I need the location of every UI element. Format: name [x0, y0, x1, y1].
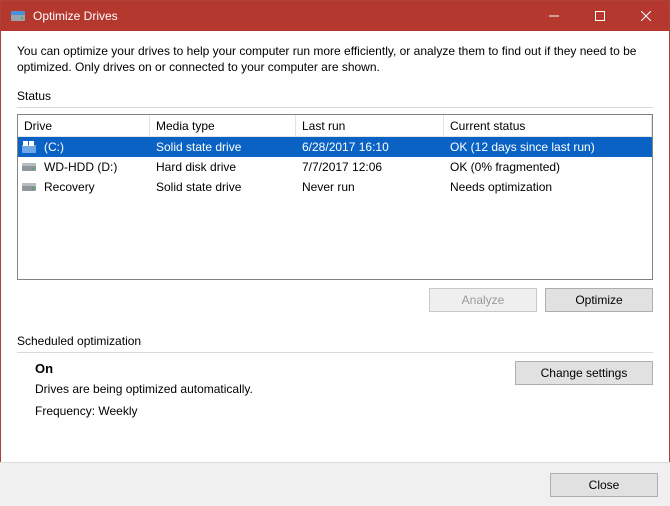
drives-list[interactable]: Drive Media type Last run Current status…: [17, 114, 653, 280]
header-drive[interactable]: Drive: [18, 115, 150, 136]
drive-icon: [22, 181, 38, 193]
divider: [17, 107, 653, 108]
scheduled-description: Drives are being optimized automatically…: [35, 382, 499, 396]
drive-media: Solid state drive: [150, 140, 296, 154]
header-media[interactable]: Media type: [150, 115, 296, 136]
drives-header: Drive Media type Last run Current status: [18, 115, 652, 137]
change-settings-button[interactable]: Change settings: [515, 361, 653, 385]
scheduled-section-label: Scheduled optimization: [17, 334, 653, 348]
drive-name: WD-HDD (D:): [44, 160, 117, 174]
app-icon: [9, 7, 27, 25]
drive-row[interactable]: WD-HDD (D:) Hard disk drive7/7/2017 12:06…: [18, 157, 652, 177]
header-status[interactable]: Current status: [444, 115, 652, 136]
drive-row[interactable]: (C:) Solid state drive6/28/2017 16:10OK (…: [18, 137, 652, 157]
status-section-label: Status: [17, 89, 653, 103]
intro-text: You can optimize your drives to help you…: [17, 43, 653, 75]
drive-row[interactable]: Recovery Solid state driveNever runNeeds …: [18, 177, 652, 197]
header-last[interactable]: Last run: [296, 115, 444, 136]
drive-last: 7/7/2017 12:06: [296, 160, 444, 174]
drive-name: Recovery: [44, 180, 95, 194]
drive-media: Hard disk drive: [150, 160, 296, 174]
close-button[interactable]: [623, 1, 669, 31]
optimize-button[interactable]: Optimize: [545, 288, 653, 312]
maximize-button[interactable]: [577, 1, 623, 31]
drive-name: (C:): [44, 140, 64, 154]
drive-last: Never run: [296, 180, 444, 194]
drive-icon: [22, 161, 38, 173]
analyze-button: Analyze: [429, 288, 537, 312]
drive-status: Needs optimization: [444, 180, 652, 194]
minimize-button[interactable]: [531, 1, 577, 31]
scheduled-status: On: [35, 361, 499, 376]
drive-status: OK (12 days since last run): [444, 140, 652, 154]
drive-status: OK (0% fragmented): [444, 160, 652, 174]
divider: [17, 352, 653, 353]
drive-last: 6/28/2017 16:10: [296, 140, 444, 154]
window-title: Optimize Drives: [33, 9, 118, 23]
scheduled-frequency: Frequency: Weekly: [35, 404, 499, 418]
titlebar: Optimize Drives: [1, 1, 669, 31]
drive-icon: [22, 141, 38, 153]
footer: Close: [0, 462, 670, 506]
drive-media: Solid state drive: [150, 180, 296, 194]
close-dialog-button[interactable]: Close: [550, 473, 658, 497]
